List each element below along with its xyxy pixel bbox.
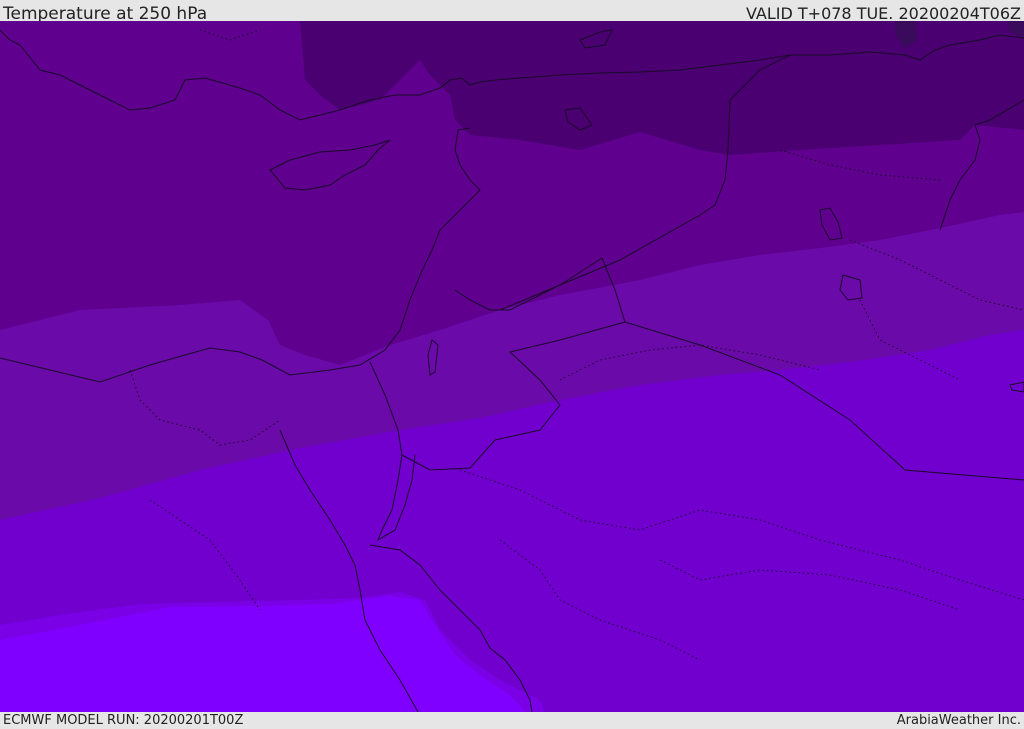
model-run: ECMWF MODEL RUN: 20200201T00Z: [3, 713, 244, 728]
map-footer: ECMWF MODEL RUN: 20200201T00Z ArabiaWeat…: [0, 712, 1024, 729]
credit: ArabiaWeather Inc.: [896, 713, 1021, 728]
map-header: Temperature at 250 hPa VALID T+078 TUE. …: [0, 0, 1024, 24]
temperature-map: [0, 21, 1024, 712]
